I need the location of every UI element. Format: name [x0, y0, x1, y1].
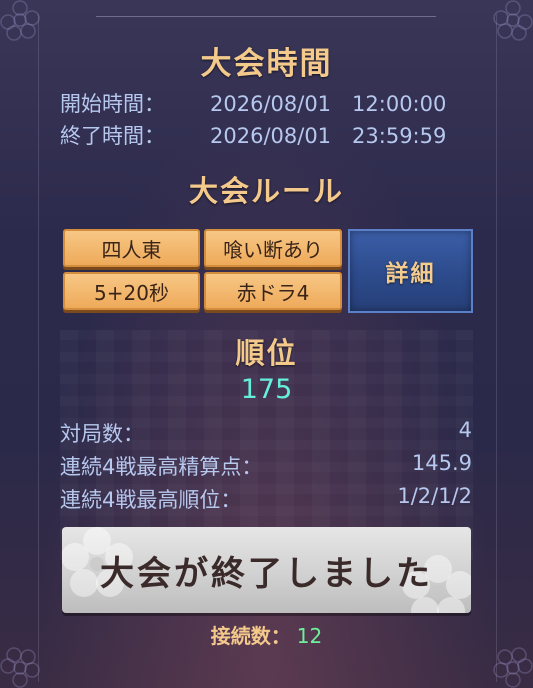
top-divider [96, 16, 436, 17]
connections-label: 接続数： [210, 624, 291, 648]
ranking-title: 順位 [235, 336, 298, 370]
rules-title: 大会ルール [188, 174, 344, 208]
ranking-value: 175 [240, 374, 293, 405]
stat-best-score-value: 145.9 [411, 451, 472, 475]
rule-tag-red-dora: 赤ドラ4 [204, 272, 342, 310]
rule-tag-time: 5+20秒 [63, 272, 200, 310]
connections-value: 12 [296, 624, 323, 648]
stat-games-value: 4 [458, 418, 472, 442]
stat-best-rank-value: 1/2/1/2 [397, 484, 472, 508]
start-time-label: 開始時間： [60, 92, 165, 116]
start-time-value: 2026/08/01 12:00:00 [210, 92, 447, 116]
stat-best-score-label: 連続4戦最高精算点： [60, 455, 263, 479]
tournament-ended-button[interactable]: 大会が終了しました [62, 527, 471, 613]
end-time-value: 2026/08/01 23:59:59 [210, 124, 447, 148]
end-time-label: 終了時間： [60, 124, 165, 148]
rule-tag-players: 四人東 [63, 229, 200, 267]
connections-row: 接続数： 12 [0, 620, 533, 649]
tournament-ended-label: 大会が終了しました [100, 553, 433, 594]
stat-games-label: 対局数： [60, 422, 144, 446]
rule-detail-button[interactable]: 詳細 [348, 229, 473, 313]
rule-tag-kuitan: 喰い断あり [204, 229, 342, 267]
schedule-title: 大会時間 [200, 46, 333, 82]
stat-best-rank-label: 連続4戦最高順位： [60, 488, 242, 512]
